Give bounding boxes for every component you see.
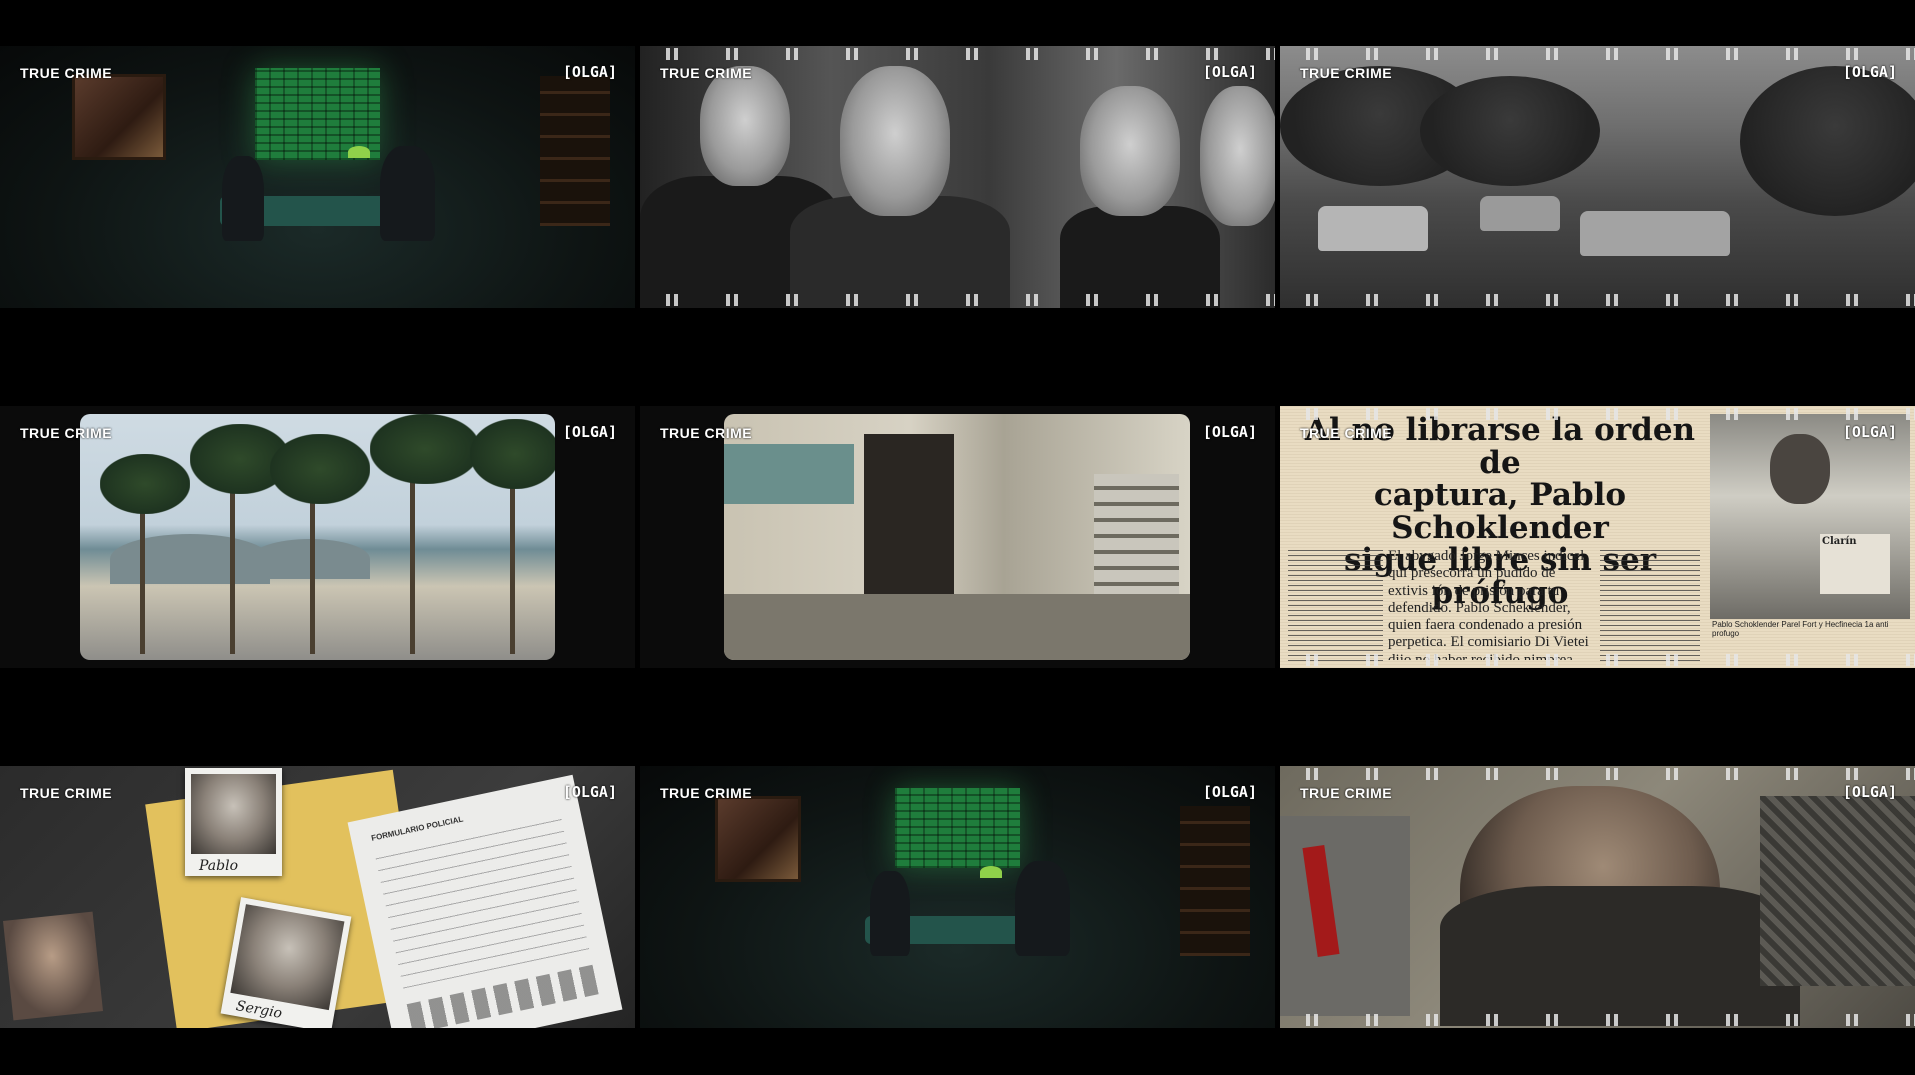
- man-face: [700, 66, 790, 186]
- form-lines: [374, 812, 590, 989]
- tree: [1740, 66, 1915, 216]
- car: [1480, 196, 1560, 231]
- brand-label: TRUE CRIME: [1300, 785, 1393, 801]
- mugshot-photo-2: Sergio: [220, 897, 352, 1028]
- film-sprockets-top: [1280, 768, 1915, 780]
- headline-line: captura, Pablo Schoklender: [1373, 477, 1627, 546]
- channel-tag: [OLGA]: [1842, 63, 1897, 81]
- metal-fence: [1760, 796, 1915, 986]
- video-frame-3: TRUE CRIME [OLGA]: [1280, 46, 1915, 308]
- clipping-label: Clarín: [1822, 536, 1857, 547]
- bookshelf: [1180, 806, 1250, 956]
- car: [1318, 206, 1428, 251]
- film-sprockets-top: [1280, 408, 1915, 420]
- article-column: [1600, 546, 1700, 661]
- clipping-in-hand: Clarín: [1820, 534, 1890, 594]
- brand-label: TRUE CRIME: [660, 65, 753, 81]
- film-sprockets-bottom: [1280, 1014, 1915, 1026]
- brand-label: TRUE CRIME: [660, 425, 753, 441]
- mugshot-image: [230, 904, 345, 1011]
- channel-tag: [OLGA]: [1202, 783, 1257, 801]
- channel-tag: [OLGA]: [562, 783, 617, 801]
- headline-line: Al no librarse la orden de: [1304, 412, 1696, 481]
- mugshot-photo-1: Pablo: [185, 768, 282, 876]
- bystander: [1280, 816, 1410, 1016]
- film-sprockets-top: [640, 48, 1275, 60]
- film-sprockets-top: [1280, 48, 1915, 60]
- person-left: [870, 871, 910, 956]
- brand-label: TRUE CRIME: [660, 785, 753, 801]
- sidewalk: [724, 594, 1190, 660]
- article-body: El abvgado Jorge Minces indicel qui pres…: [1388, 548, 1589, 660]
- video-frame-6: TRUE CRIME [OLGA] Al no librarse la orde…: [1280, 406, 1915, 668]
- bookshelf: [540, 76, 610, 226]
- tree: [1420, 76, 1600, 186]
- person-left: [222, 156, 264, 241]
- man-face: [1200, 86, 1275, 226]
- police-form: FORMULARIO POLICIAL: [347, 774, 623, 1028]
- brand-label: TRUE CRIME: [20, 425, 113, 441]
- desk-lamp: [980, 866, 1002, 878]
- video-frame-1: TRUE CRIME [OLGA]: [0, 46, 635, 308]
- woman-photo: [3, 911, 103, 1021]
- video-frame-7: TRUE CRIME [OLGA] FORMULARIO POLICIAL Pa…: [0, 766, 635, 1028]
- film-sprockets-bottom: [640, 294, 1275, 306]
- brand-label: TRUE CRIME: [20, 65, 113, 81]
- video-frame-9: TRUE CRIME [OLGA]: [1280, 766, 1915, 1028]
- palm-tree: [270, 434, 370, 504]
- man-suit: [1060, 206, 1220, 308]
- channel-tag: [OLGA]: [1842, 783, 1897, 801]
- video-frame-8: TRUE CRIME [OLGA]: [640, 766, 1275, 1028]
- brand-label: TRUE CRIME: [20, 785, 113, 801]
- mountain: [110, 534, 270, 584]
- channel-tag: [OLGA]: [1842, 423, 1897, 441]
- palm-tree: [370, 414, 480, 484]
- coat: [1440, 886, 1800, 1026]
- car: [1580, 211, 1730, 256]
- shop-shelf: [1094, 474, 1179, 614]
- person-right: [1015, 861, 1070, 956]
- film-sprockets-bottom: [1280, 294, 1915, 306]
- wall-painting: [72, 74, 166, 160]
- video-frame-2: TRUE CRIME [OLGA]: [640, 46, 1275, 308]
- video-frame-5: TRUE CRIME [OLGA]: [640, 406, 1275, 668]
- man-face: [1770, 434, 1830, 504]
- shop-window: [724, 444, 854, 504]
- channel-tag: [OLGA]: [1202, 423, 1257, 441]
- palm-tree: [100, 454, 190, 514]
- photo-label: Pablo: [199, 858, 239, 874]
- green-screen-panel: [895, 788, 1020, 868]
- desk-lamp: [348, 146, 370, 158]
- wall-painting: [715, 796, 801, 882]
- palm-tree: [470, 419, 555, 489]
- channel-tag: [OLGA]: [562, 423, 617, 441]
- film-sprockets-bottom: [1280, 654, 1915, 666]
- man-face: [1080, 86, 1180, 216]
- beach-scene: [80, 414, 555, 660]
- mugshot-image: [191, 774, 276, 854]
- channel-tag: [OLGA]: [1202, 63, 1257, 81]
- brand-label: TRUE CRIME: [1300, 425, 1393, 441]
- brand-label: TRUE CRIME: [1300, 65, 1393, 81]
- video-frame-4: TRUE CRIME [OLGA]: [0, 406, 635, 668]
- palm-tree: [410, 454, 415, 654]
- palm-tree: [510, 464, 515, 654]
- person-right: [380, 146, 435, 241]
- channel-tag: [OLGA]: [562, 63, 617, 81]
- man-face: [840, 66, 950, 216]
- storefront-scene: [724, 414, 1190, 660]
- article-column: [1288, 546, 1383, 661]
- photo-caption: Pablo Schoklender Parel Fort y Hecfineci…: [1712, 620, 1889, 638]
- newspaper-photo: Clarín: [1710, 414, 1910, 619]
